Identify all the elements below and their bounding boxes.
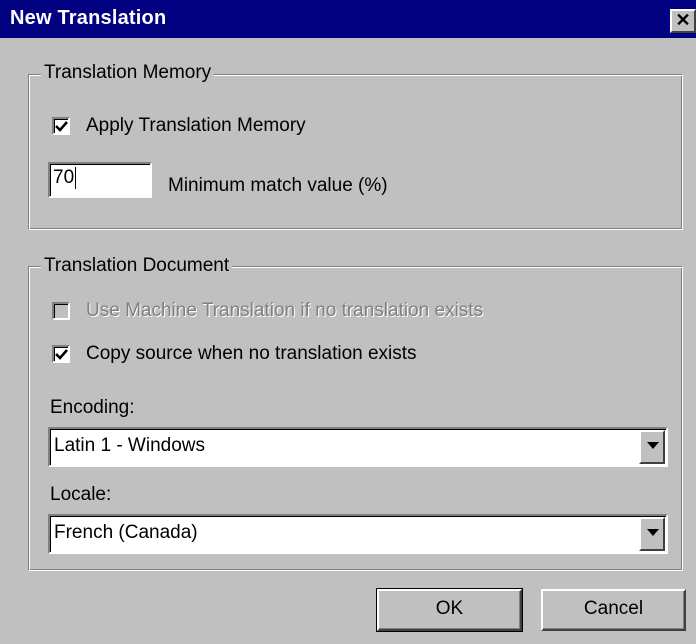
translation-document-group-title: Translation Document <box>41 255 233 277</box>
new-translation-dialog: New Translation ✕ Translation Memory App… <box>0 0 696 644</box>
encoding-label: Encoding: <box>50 397 135 418</box>
translation-memory-group-title: Translation Memory <box>41 62 215 84</box>
minimum-match-value: 70 <box>53 167 75 188</box>
machine-translation-checkbox <box>52 302 70 320</box>
ok-button[interactable]: OK <box>376 588 523 632</box>
encoding-select[interactable]: Latin 1 - Windows <box>48 427 668 467</box>
check-icon <box>55 121 68 132</box>
dialog-title: New Translation <box>10 7 167 29</box>
text-caret <box>75 166 77 189</box>
locale-select[interactable]: French (Canada) <box>48 514 668 554</box>
minimum-match-input[interactable]: 70 <box>48 162 152 198</box>
machine-translation-label: Use Machine Translation if no translatio… <box>86 300 484 321</box>
apply-translation-memory-label[interactable]: Apply Translation Memory <box>86 115 306 137</box>
encoding-dropdown-button[interactable] <box>639 430 665 464</box>
title-bar[interactable]: New Translation ✕ <box>0 0 696 38</box>
minimum-match-label: Minimum match value (%) <box>168 175 388 196</box>
copy-source-label[interactable]: Copy source when no translation exists <box>86 343 417 365</box>
chevron-down-icon <box>647 529 659 536</box>
close-icon: ✕ <box>675 10 691 30</box>
copy-source-checkbox[interactable] <box>52 345 70 363</box>
check-icon <box>55 349 68 360</box>
chevron-down-icon <box>647 442 659 449</box>
locale-dropdown-button[interactable] <box>639 517 665 551</box>
encoding-value: Latin 1 - Windows <box>54 435 206 456</box>
locale-value: French (Canada) <box>54 522 198 543</box>
close-button[interactable]: ✕ <box>670 9 696 33</box>
cancel-button[interactable]: Cancel <box>541 589 686 631</box>
apply-translation-memory-checkbox[interactable] <box>52 117 70 135</box>
translation-memory-group <box>28 74 683 230</box>
locale-label: Locale: <box>50 484 112 505</box>
